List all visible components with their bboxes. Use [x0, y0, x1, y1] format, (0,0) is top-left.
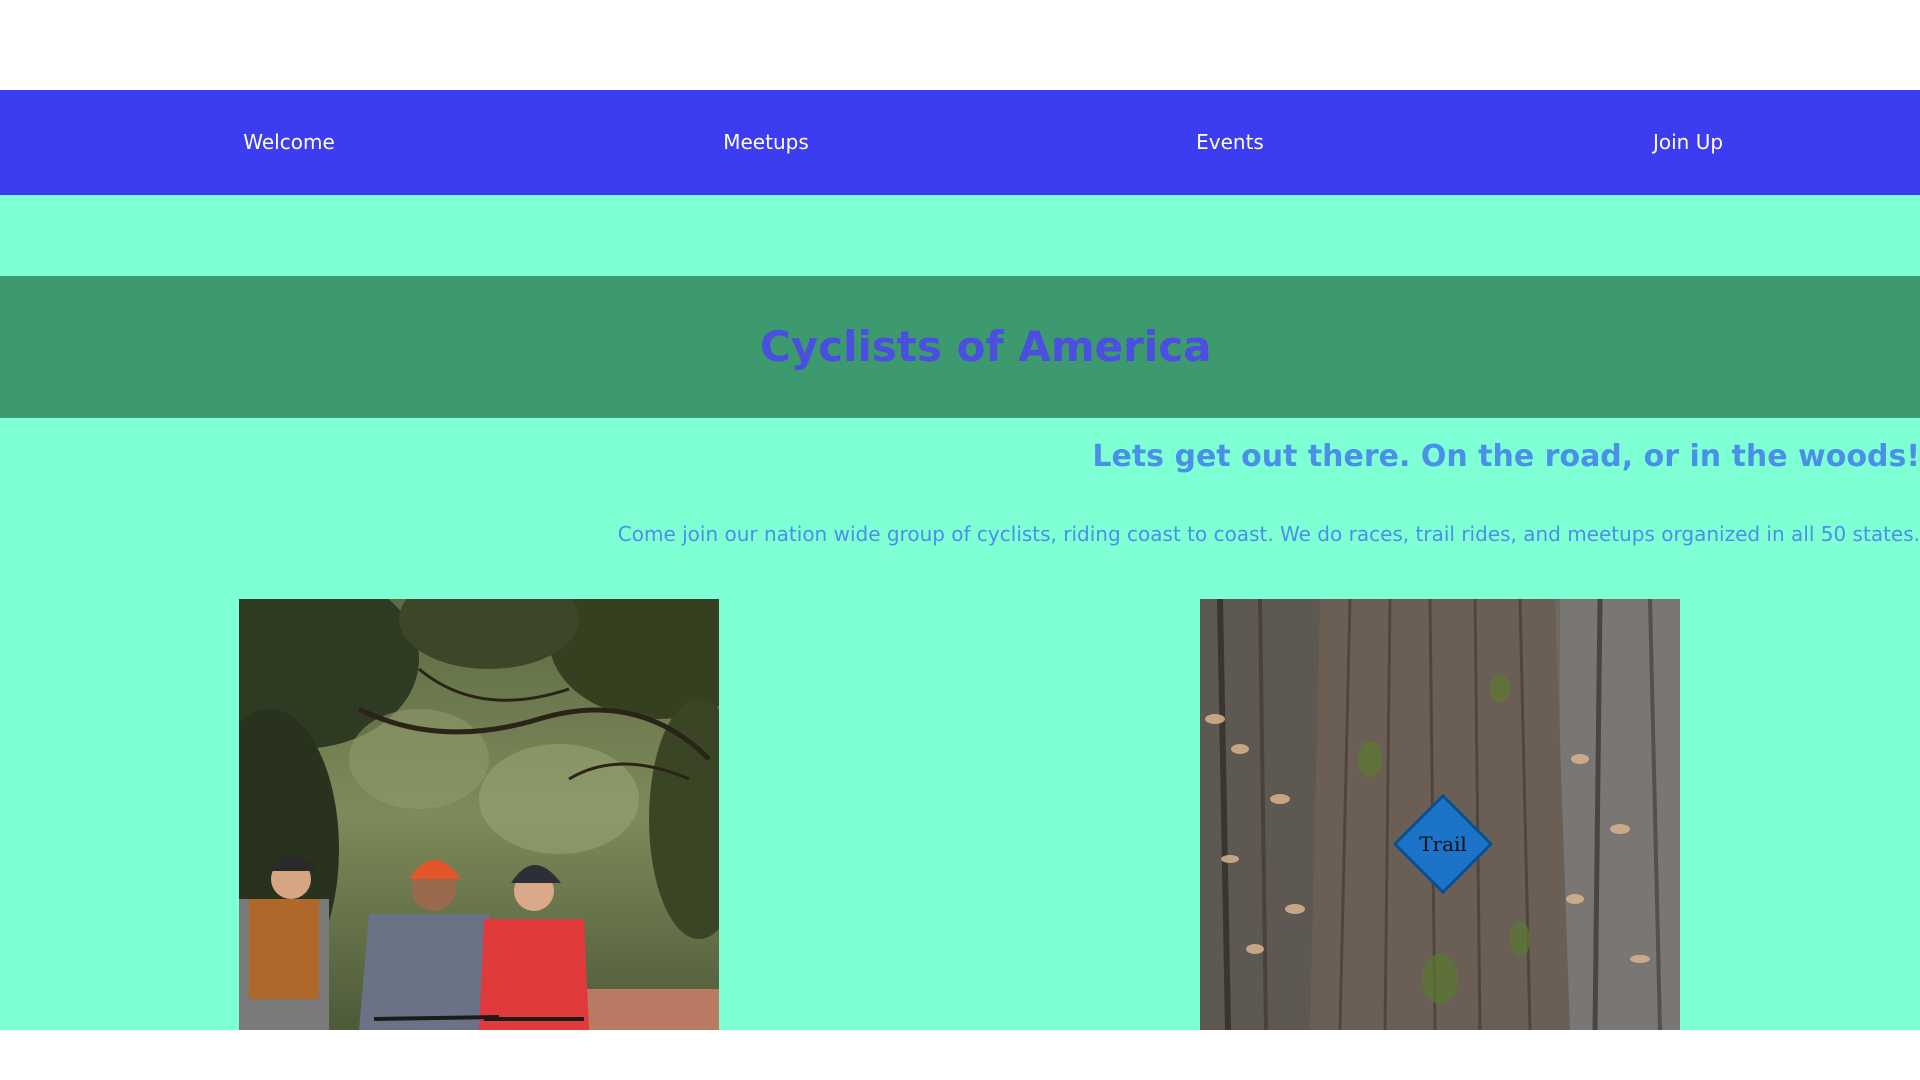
nav-welcome-link[interactable]: Welcome — [243, 90, 334, 195]
title-banner: Cyclists of America — [0, 276, 1920, 418]
bottom-whitespace — [0, 1030, 1920, 1080]
nav-events-link[interactable]: Events — [1196, 90, 1264, 195]
main-nav: Welcome Meetups Events Join Up — [0, 90, 1920, 195]
cyclists-photo — [239, 599, 719, 1030]
page-title: Cyclists of America — [760, 322, 1212, 371]
trail-sign-text: Trail — [1419, 832, 1467, 856]
main-content: Cyclists of America Lets get out there. … — [0, 195, 1920, 1030]
nav-join-up-link[interactable]: Join Up — [1653, 90, 1723, 195]
tagline-heading: Lets get out there. On the road, or in t… — [1092, 439, 1920, 474]
top-whitespace — [0, 0, 1920, 90]
trail-sign-photo: Trail — [1200, 599, 1680, 1030]
nav-meetups-link[interactable]: Meetups — [723, 90, 809, 195]
intro-paragraph: Come join our nation wide group of cycli… — [617, 522, 1920, 546]
